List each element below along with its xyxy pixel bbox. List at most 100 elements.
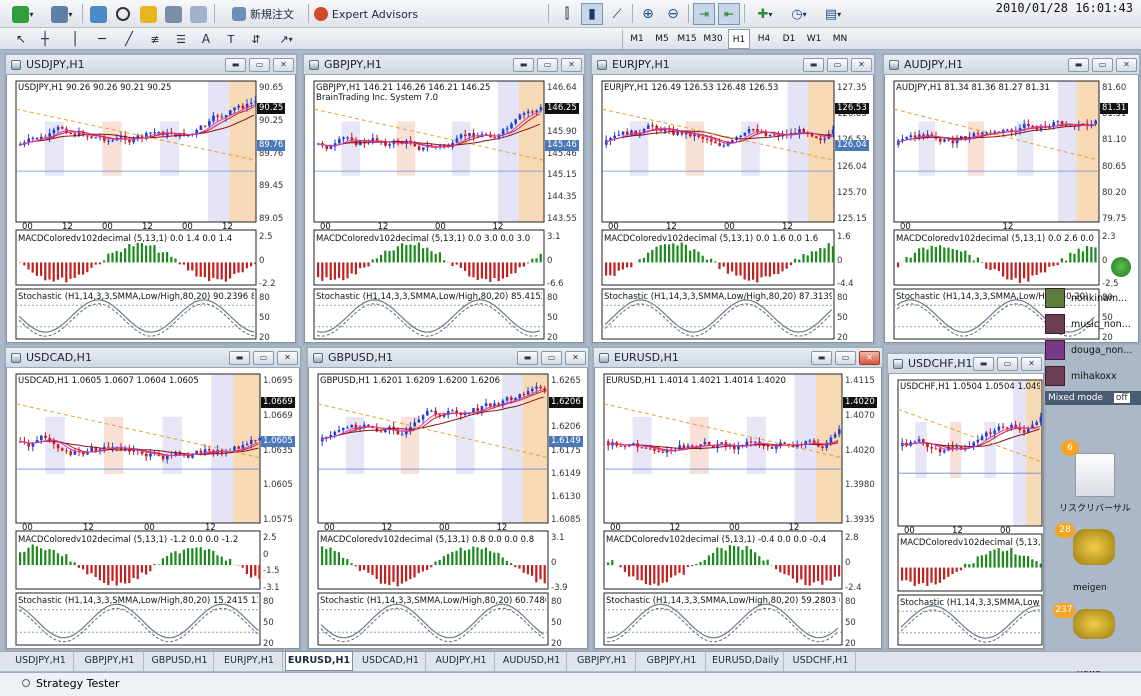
new-order-button[interactable]: 新規注文 — [220, 3, 306, 25]
chart-window-titlebar[interactable]: GBPUSD,H1 ▬ ▭ ✕ — [308, 348, 588, 368]
text-button[interactable]: A — [197, 28, 215, 50]
maximize-button[interactable]: ▭ — [537, 58, 558, 72]
auto-scroll-button[interactable]: ⇥ — [693, 3, 715, 25]
chart-tab[interactable]: EURUSD,Daily — [708, 652, 784, 671]
chart-tab[interactable]: GBPUSD,H1 — [146, 652, 214, 671]
chart-tab[interactable]: USDCAD,H1 — [356, 652, 426, 671]
chart-tab[interactable]: USDCHF,H1 — [786, 652, 856, 671]
trendline-button[interactable]: ╱ — [120, 28, 138, 50]
maximize-button[interactable]: ▭ — [1092, 58, 1113, 72]
user-item[interactable]: mihakoxx — [1045, 365, 1141, 387]
chart-tab[interactable]: AUDJPY,H1 — [428, 652, 495, 671]
user-item[interactable]: music_non... — [1045, 313, 1141, 335]
timeframe-m5-button[interactable]: M5 — [651, 29, 673, 49]
equidistant-channel-button[interactable]: ≢ — [146, 28, 164, 50]
maximize-button[interactable]: ▭ — [249, 58, 270, 72]
minimize-button[interactable]: ▬ — [811, 351, 832, 365]
close-button[interactable]: ✕ — [277, 351, 298, 365]
horizontal-line-button[interactable]: ─ — [93, 28, 111, 50]
chart-window-titlebar[interactable]: EURUSD,H1 ▬ ▭ ✕ — [594, 348, 882, 368]
chart-window-titlebar[interactable]: USDCAD,H1 ▬ ▭ ✕ — [6, 348, 300, 368]
text-label-button[interactable]: T — [222, 28, 240, 50]
close-button[interactable]: ✕ — [273, 58, 294, 72]
minimize-button[interactable]: ▬ — [517, 351, 538, 365]
chart-tab[interactable]: GBPJPY,H1 — [76, 652, 144, 671]
crosshair-button[interactable]: ┼ — [36, 28, 54, 50]
tester-button[interactable] — [188, 3, 208, 25]
bar-chart-button[interactable]: ⫿ — [556, 3, 578, 25]
chart-tab[interactable]: EURJPY,H1 — [216, 652, 283, 671]
price-chart[interactable] — [6, 75, 296, 343]
strategy-tester-label[interactable]: Strategy Tester — [36, 677, 120, 690]
zoom-in-button[interactable]: ⊕ — [637, 3, 659, 25]
chart-window-titlebar[interactable]: USDCHF,H1 ▬ ▭ ✕ — [888, 354, 1044, 374]
chart-window[interactable]: EURJPY,H1 ▬ ▭ ✕ EURJPY,H1 126.49 126.53 126.… — [590, 53, 876, 345]
chart-tab[interactable]: GBPJPY,H1 — [638, 652, 706, 671]
chart-tab[interactable]: USDJPY,H1 — [8, 652, 74, 671]
market-watch-button[interactable] — [88, 3, 108, 25]
price-chart[interactable] — [308, 368, 588, 649]
timeframe-m30-button[interactable]: M30 — [702, 29, 724, 49]
data-window-button[interactable] — [113, 3, 133, 25]
chart-window-titlebar[interactable]: GBPJPY,H1 ▬ ▭ ✕ — [304, 55, 584, 75]
chart-window[interactable]: USDJPY,H1 ▬ ▭ ✕ USDJPY,H1 90.26 90.26 90.21 … — [4, 53, 298, 345]
price-chart[interactable] — [592, 75, 874, 343]
chart-window[interactable]: USDCAD,H1 ▬ ▭ ✕ USDCAD,H1 1.0605 1.0607 1.06… — [4, 346, 302, 651]
user-item[interactable]: douga_non... — [1045, 339, 1141, 361]
timeframe-d1-button[interactable]: D1 — [778, 29, 800, 49]
chart-widget-icon[interactable] — [1075, 453, 1115, 497]
maximize-button[interactable]: ▭ — [541, 351, 562, 365]
close-button[interactable]: ✕ — [859, 351, 880, 365]
maximize-button[interactable]: ▭ — [997, 357, 1018, 371]
maximize-button[interactable]: ▭ — [835, 351, 856, 365]
templates-button[interactable]: ▤ ▾ — [818, 3, 848, 25]
timeframe-h4-button[interactable]: H4 — [753, 29, 775, 49]
maximize-button[interactable]: ▭ — [827, 58, 848, 72]
chart-window[interactable]: USDCHF,H1 ▬ ▭ ✕ USDCHF,H1 1.0504 1.0504 1.04… — [886, 352, 1046, 651]
close-button[interactable]: ✕ — [565, 351, 586, 365]
chart-tab[interactable]: GBPJPY,H1 — [569, 652, 636, 671]
price-chart[interactable] — [6, 368, 300, 649]
navigator-button[interactable] — [138, 3, 158, 25]
more-tools-button[interactable]: ↗ ▾ — [272, 28, 300, 50]
chart-window[interactable]: GBPUSD,H1 ▬ ▭ ✕ GBPUSD,H1 1.6201 1.6209 1.62… — [306, 346, 590, 651]
minimize-button[interactable]: ▬ — [973, 357, 994, 371]
minimize-button[interactable]: ▬ — [1068, 58, 1089, 72]
candle-chart-button[interactable]: ▮ — [581, 3, 603, 25]
minimize-button[interactable]: ▬ — [513, 58, 534, 72]
cursor-button[interactable]: ↖ — [12, 28, 30, 50]
close-button[interactable]: ✕ — [561, 58, 582, 72]
close-button[interactable]: ✕ — [1116, 58, 1137, 72]
chart-window-titlebar[interactable]: AUDJPY,H1 ▬ ▭ ✕ — [884, 55, 1139, 75]
maximize-button[interactable]: ▭ — [253, 351, 274, 365]
new-chart-button[interactable]: ▾ — [4, 3, 42, 25]
chart-window[interactable]: GBPJPY,H1 ▬ ▭ ✕ GBPJPY,H1 146.21 146.26 146.… — [302, 53, 586, 345]
minimize-button[interactable]: ▬ — [225, 58, 246, 72]
timeframe-h1-button[interactable]: H1 — [728, 29, 750, 49]
timeframe-m15-button[interactable]: M15 — [676, 29, 698, 49]
chart-window-titlebar[interactable]: USDJPY,H1 ▬ ▭ ✕ — [6, 55, 296, 75]
profiles-button[interactable]: ▾ — [46, 3, 78, 25]
chart-window-titlebar[interactable]: EURJPY,H1 ▬ ▭ ✕ — [592, 55, 874, 75]
group-icon[interactable] — [1073, 609, 1115, 639]
price-chart[interactable] — [304, 75, 584, 343]
close-button[interactable]: ✕ — [851, 58, 872, 72]
mixed-mode-toggle[interactable]: Mixed mode off — [1045, 391, 1141, 405]
vertical-line-button[interactable]: │ — [66, 28, 84, 50]
group-icon[interactable] — [1073, 529, 1115, 565]
timeframe-m1-button[interactable]: M1 — [626, 29, 648, 49]
refresh-icon[interactable] — [1111, 257, 1131, 277]
minimize-button[interactable]: ▬ — [229, 351, 250, 365]
line-chart-button[interactable]: ⟋ — [606, 3, 628, 25]
fibonacci-button[interactable]: ☰ — [172, 28, 190, 50]
chart-shift-button[interactable]: ⇤ — [718, 3, 740, 25]
timeframe-w1-button[interactable]: W1 — [803, 29, 825, 49]
indicators-button[interactable]: ✚ ▾ — [750, 3, 780, 25]
zoom-out-button[interactable]: ⊖ — [662, 3, 684, 25]
minimize-button[interactable]: ▬ — [803, 58, 824, 72]
price-chart[interactable] — [594, 368, 882, 649]
chart-tab[interactable]: EURUSD,H1 — [285, 651, 353, 671]
close-button[interactable]: ✕ — [1021, 357, 1042, 371]
terminal-button[interactable] — [163, 3, 183, 25]
timeframe-mn-button[interactable]: MN — [829, 29, 851, 49]
